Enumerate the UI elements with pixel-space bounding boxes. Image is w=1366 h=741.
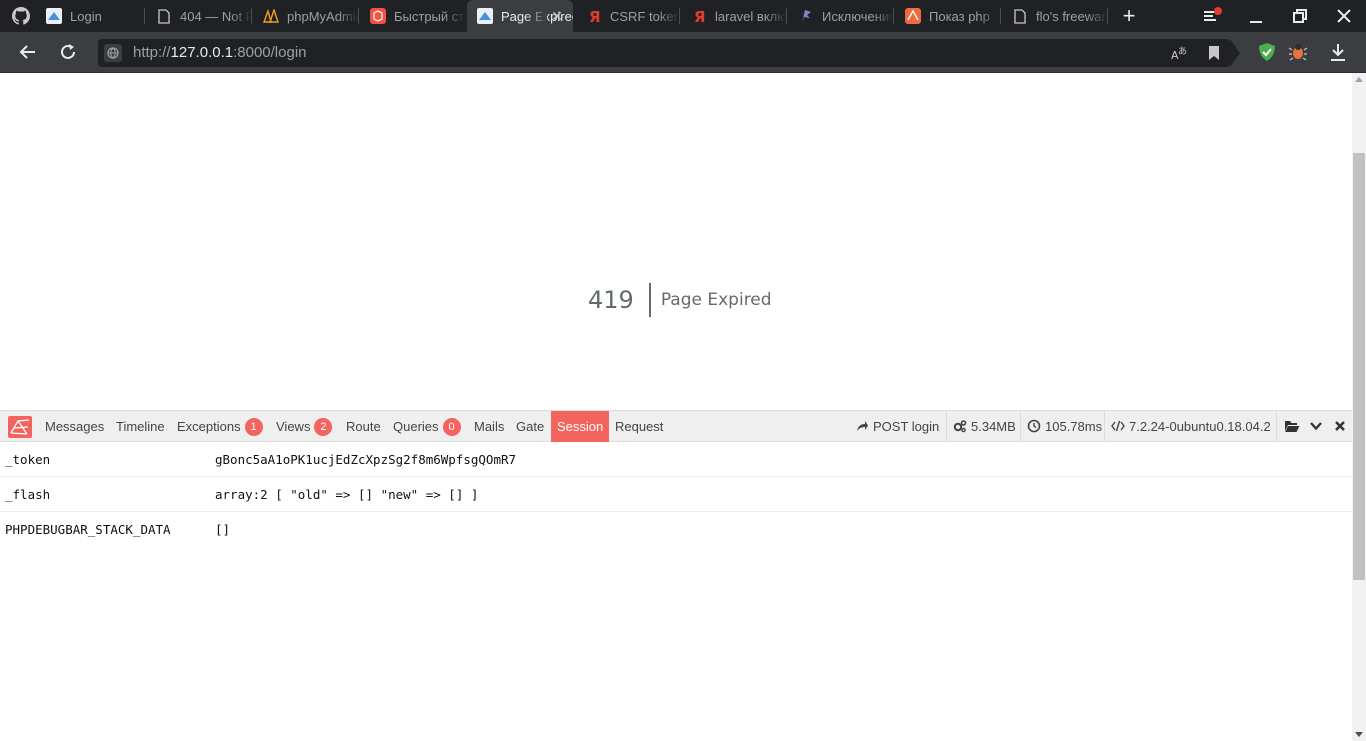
address-bar[interactable]: http://127.0.0.1:8000/login Aあ xyxy=(98,39,1230,67)
debugbar-route-indicator[interactable]: POST login xyxy=(849,411,945,442)
yandex-icon: Я xyxy=(691,8,707,24)
session-key: PHPDEBUGBAR_STACK_DATA xyxy=(5,522,171,537)
table-row: _token gBonc5aA1oPK1ucjEdZcXpzSg2f8m6Wpf… xyxy=(0,442,1352,477)
session-table: _token gBonc5aA1oPK1ucjEdZcXpzSg2f8m6Wpf… xyxy=(0,442,1352,547)
share-icon xyxy=(857,421,868,431)
browser-tab-phpmyadmin[interactable]: phpMyAdmin xyxy=(253,0,359,32)
browser-tab-title: Login xyxy=(70,8,102,24)
laravel-red-icon xyxy=(905,8,921,24)
browser-tab-404[interactable]: 404 — Not Found xyxy=(146,0,252,32)
scrollbar-thumb[interactable] xyxy=(1353,153,1365,580)
session-value: array:2 [ "old" => [] "new" => [] ] xyxy=(215,487,479,502)
site-info-icon[interactable] xyxy=(104,44,122,62)
debugbar-tab-views[interactable]: Views 2 xyxy=(270,411,338,442)
error-code: 419 xyxy=(588,283,651,317)
session-key: _flash xyxy=(5,487,51,502)
page-icon xyxy=(1012,8,1028,24)
scroll-down-arrow-icon[interactable] xyxy=(1355,732,1363,737)
minimize-icon[interactable] xyxy=(1246,6,1266,26)
svg-text:Я: Я xyxy=(694,8,705,24)
download-icon[interactable] xyxy=(1327,41,1349,63)
close-tab-icon[interactable]: ✕ xyxy=(549,8,565,24)
browser-tab-laravel-search[interactable]: Я laravel включ xyxy=(681,0,787,32)
browser-tab-show-php[interactable]: Показ php xyxy=(895,0,1001,32)
reload-icon[interactable] xyxy=(57,41,79,63)
debugbar-tab-mails[interactable]: Mails xyxy=(468,411,510,442)
table-row: _flash array:2 [ "old" => [] "new" => []… xyxy=(0,477,1352,512)
new-tab-button[interactable]: + xyxy=(1119,5,1139,27)
session-key: _token xyxy=(5,452,51,467)
url-text: http://127.0.0.1:8000/login xyxy=(133,44,307,61)
scroll-up-arrow-icon[interactable] xyxy=(1355,77,1363,82)
queries-count-badge: 0 xyxy=(442,418,461,436)
clock-icon xyxy=(1027,419,1041,433)
browser-toolbar: http://127.0.0.1:8000/login Aあ xyxy=(0,32,1366,73)
debugbar-tab-timeline[interactable]: Timeline xyxy=(110,411,171,442)
laravel-icon xyxy=(477,8,493,24)
translate-icon[interactable]: Aあ xyxy=(1170,44,1188,62)
debugbar: Messages Timeline Exceptions 1 Views 2 Rou… xyxy=(0,410,1352,741)
tab-strip: Login 404 — Not Found phpMyAdmin Быстрый… xyxy=(0,0,1366,32)
bug-extension-icon[interactable] xyxy=(1287,41,1309,63)
debugbar-tab-queries[interactable]: Queries 0 xyxy=(387,411,467,442)
code-icon xyxy=(1111,420,1125,432)
browser-tab-login[interactable]: Login xyxy=(36,0,145,32)
debugbar-header: Messages Timeline Exceptions 1 Views 2 Rou… xyxy=(0,411,1352,442)
close-window-icon[interactable] xyxy=(1334,6,1354,26)
laravel-red-icon xyxy=(370,8,386,24)
browser-tab-csrf[interactable]: Я CSRF token xyxy=(576,0,680,32)
debugbar-memory-indicator: 5.34MB xyxy=(946,411,1022,442)
minimize-debugbar-chevron-icon[interactable] xyxy=(1308,418,1324,434)
svg-text:Я: Я xyxy=(589,8,600,24)
bookmark-icon[interactable] xyxy=(1205,44,1223,62)
error-text: Page Expired xyxy=(660,290,772,310)
session-value: [] xyxy=(215,522,231,537)
exceptions-count-badge: 1 xyxy=(244,418,263,436)
session-value: gBonc5aA1oPK1ucjEdZcXpzSg2f8m6WpfsgQOmR7 xyxy=(215,452,517,467)
debugbar-tab-request[interactable]: Request xyxy=(609,411,669,442)
browser-tab-exceptions[interactable]: Исключения xyxy=(788,0,894,32)
laravel-icon xyxy=(46,8,62,24)
open-folder-icon[interactable] xyxy=(1284,418,1300,434)
debugbar-tab-route[interactable]: Route xyxy=(340,411,387,442)
browser-tab-page-expired[interactable]: Page Expired ✕ xyxy=(467,0,573,32)
github-icon[interactable] xyxy=(12,7,30,25)
back-arrow-icon[interactable] xyxy=(17,41,39,63)
browser-tab-flos-freeware[interactable]: flo's freeware xyxy=(1002,0,1108,32)
yandex-icon: Я xyxy=(586,8,602,24)
error-message: 419 Page Expired xyxy=(588,283,772,317)
debugbar-php-indicator: 7.2.24-0ubuntu0.18.04.2 xyxy=(1104,411,1277,442)
page-scrollbar[interactable] xyxy=(1352,73,1366,741)
debugbar-logo-icon[interactable] xyxy=(8,416,32,438)
page-content: 419 Page Expired Messages Timeline Excep… xyxy=(0,73,1352,741)
phpmyadmin-icon xyxy=(263,8,279,24)
debugbar-tab-exceptions[interactable]: Exceptions 1 xyxy=(171,411,269,442)
page-icon xyxy=(156,8,172,24)
menu-icon[interactable] xyxy=(1202,6,1222,26)
adguard-shield-icon[interactable] xyxy=(1256,41,1278,63)
debugbar-time-indicator: 105.78ms xyxy=(1020,411,1108,442)
cogs-icon xyxy=(953,420,967,433)
debugbar-tab-gate[interactable]: Gate xyxy=(510,411,550,442)
debugbar-tab-messages[interactable]: Messages xyxy=(39,411,110,442)
restore-icon[interactable] xyxy=(1290,6,1310,26)
browser-tab-quickstart[interactable]: Быстрый старт xyxy=(360,0,466,32)
flag-icon xyxy=(798,8,814,24)
table-row: PHPDEBUGBAR_STACK_DATA [] xyxy=(0,512,1352,547)
debugbar-tab-session[interactable]: Session xyxy=(551,411,609,442)
close-debugbar-icon[interactable] xyxy=(1332,418,1348,434)
svg-text:あ: あ xyxy=(1178,46,1187,57)
views-count-badge: 2 xyxy=(314,418,333,436)
